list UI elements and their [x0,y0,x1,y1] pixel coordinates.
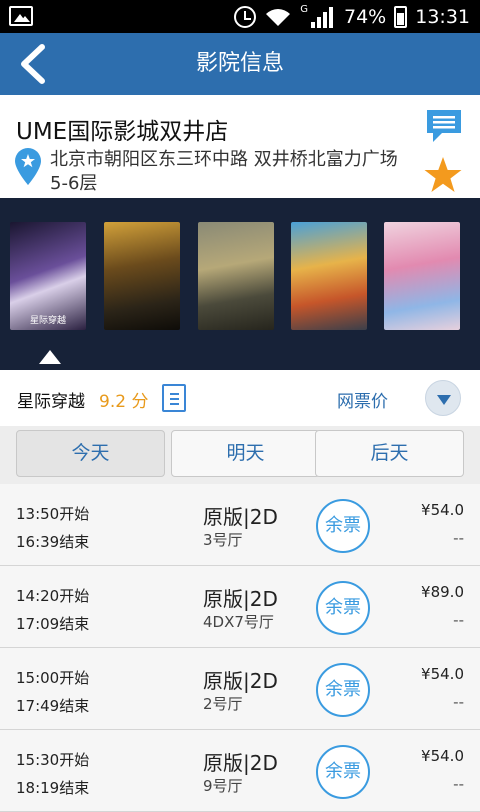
movie-info-bar: 星际穿越 9.2 分 网票价 [0,370,480,426]
session-end: 18:19结束 [16,779,90,797]
movie-poster-carousel[interactable]: 星际穿越 [0,198,480,370]
location-pin-icon [15,148,41,185]
session-hall: 2号厅 [203,695,243,713]
session-original-price: -- [453,611,464,629]
wifi-icon [266,9,291,26]
expand-dropdown-button[interactable] [425,380,461,416]
buy-ticket-button[interactable]: 余票 [316,499,370,553]
session-row[interactable]: 14:20开始 17:09结束 原版|2D 4DX7号厅 余票 ¥89.0 -- [0,566,480,648]
favorite-star-icon[interactable] [423,156,463,194]
session-row[interactable]: 13:50开始 16:39结束 原版|2D 3号厅 余票 ¥54.0 -- [0,484,480,566]
app-header: 影院信息 [0,33,480,95]
session-original-price: -- [453,529,464,547]
session-version: 原版|2D [203,751,278,775]
cinema-info: UME国际影城双井店 北京市朝阳区东三环中路 双井桥北富力广场5-6层 [0,95,480,198]
session-end: 17:09结束 [16,615,90,633]
session-price: ¥54.0 [421,501,464,519]
signal-icon [311,7,333,28]
session-list: 13:50开始 16:39结束 原版|2D 3号厅 余票 ¥54.0 -- 14… [0,484,480,812]
movie-poster[interactable] [198,222,274,330]
poster-title: 星际穿越 [29,316,66,326]
buy-ticket-button[interactable]: 余票 [316,581,370,635]
battery-icon [394,6,408,28]
session-version: 原版|2D [203,587,278,611]
alarm-icon [234,6,257,28]
session-version: 原版|2D [203,669,278,693]
movie-poster[interactable]: 星际穿越 [10,222,86,330]
session-price: ¥54.0 [421,665,464,683]
session-price: ¥54.0 [421,747,464,765]
buy-ticket-button[interactable]: 余票 [316,745,370,799]
session-original-price: -- [453,775,464,793]
session-hall: 9号厅 [203,777,243,795]
network-type: G [300,3,308,15]
day-tabs: 今天 明天 后天 [0,426,480,484]
movie-score: 9.2 分 [99,392,149,412]
movie-poster[interactable] [291,222,367,330]
movie-title: 星际穿越 [17,392,85,412]
net-price-label: 网票价 [337,392,388,412]
cinema-address: 北京市朝阳区东三环中路 双井桥北富力广场5-6层 [50,149,398,194]
clock: 13:31 [415,6,470,28]
session-end: 17:49结束 [16,697,90,715]
comment-icon[interactable] [424,107,464,145]
gallery-icon [9,6,33,26]
cinema-name: UME国际影城双井店 [16,119,229,145]
session-original-price: -- [453,693,464,711]
tab-today[interactable]: 今天 [16,430,165,477]
movie-poster[interactable] [384,222,460,330]
session-end: 16:39结束 [16,533,90,551]
page-title: 影院信息 [195,51,284,76]
session-start: 15:30开始 [16,751,90,769]
movie-detail-icon[interactable] [162,384,186,412]
movie-poster[interactable] [104,222,180,330]
tab-day-after-tomorrow[interactable]: 后天 [315,430,464,477]
battery-percent: 74% [344,6,387,28]
session-start: 14:20开始 [16,587,90,605]
tab-tomorrow[interactable]: 明天 [171,430,320,477]
session-hall: 3号厅 [203,531,243,549]
session-start: 13:50开始 [16,505,90,523]
buy-ticket-button[interactable]: 余票 [316,663,370,717]
session-version: 原版|2D [203,505,278,529]
session-row[interactable]: 15:00开始 17:49结束 原版|2D 2号厅 余票 ¥54.0 -- [0,648,480,730]
session-hall: 4DX7号厅 [203,613,274,631]
session-start: 15:00开始 [16,669,90,687]
status-bar: G 74% 13:31 [0,0,480,33]
selected-poster-indicator [39,350,61,364]
session-price: ¥89.0 [421,583,464,601]
